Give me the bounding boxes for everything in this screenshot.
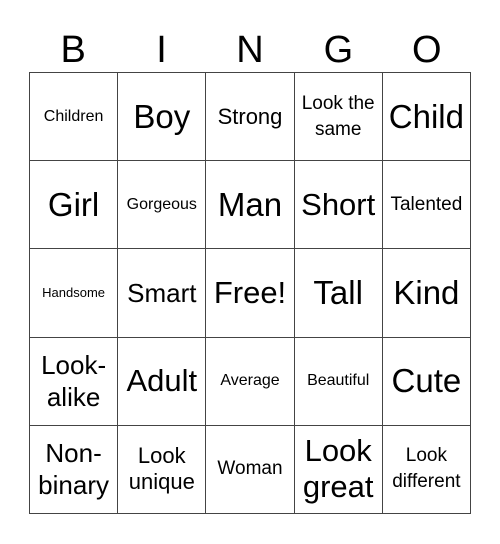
bingo-cell[interactable]: Child xyxy=(382,73,471,162)
bingo-cell-text: Boy xyxy=(133,97,191,135)
bingo-cell[interactable]: Short xyxy=(294,161,383,250)
bingo-cell[interactable]: Cute xyxy=(382,337,471,426)
header-letter-o: O xyxy=(411,29,442,71)
bingo-grid: Children Boy Strong Look the same Child Girl G… xyxy=(29,72,471,514)
bingo-cell[interactable]: Non-binary xyxy=(30,425,119,514)
bingo-cell[interactable]: Look the same xyxy=(294,73,383,162)
bingo-cell-text: Look the same xyxy=(301,92,375,140)
bingo-cell[interactable]: Woman xyxy=(206,425,295,514)
bingo-cell-text: Handsome xyxy=(42,284,106,300)
bingo-cell[interactable]: Gorgeous xyxy=(118,161,207,250)
bingo-cell-text: Look-alike xyxy=(41,350,107,413)
bingo-cell-text: Kind xyxy=(393,273,460,311)
bingo-cell-text: Look different xyxy=(392,445,461,493)
bingo-cell[interactable]: Adult xyxy=(118,337,207,426)
bingo-cell[interactable]: Handsome xyxy=(30,249,119,338)
bingo-cell[interactable]: Look great xyxy=(294,425,383,514)
bingo-cell-text: Gorgeous xyxy=(126,195,197,213)
bingo-cell[interactable]: Smart xyxy=(118,249,207,338)
bingo-cell-text: Average xyxy=(220,372,280,390)
bingo-cell[interactable]: Kind xyxy=(382,249,471,338)
bingo-cell-text: Look unique xyxy=(128,443,195,495)
bingo-cell[interactable]: Look unique xyxy=(118,425,207,514)
bingo-cell[interactable]: Talented xyxy=(382,161,471,250)
bingo-cell[interactable]: Average xyxy=(206,337,295,426)
bingo-cell[interactable]: Children xyxy=(30,73,119,162)
bingo-cell[interactable]: Boy xyxy=(118,73,207,162)
bingo-cell-text: Children xyxy=(43,107,104,125)
bingo-cell-text: Tall xyxy=(313,273,363,311)
header-letter-i: I xyxy=(156,29,167,71)
bingo-cell-text: Beautiful xyxy=(307,372,370,390)
bingo-cell[interactable]: Look-alike xyxy=(30,337,119,426)
header-letter-b: B xyxy=(60,29,86,71)
bingo-cell-text: Girl xyxy=(47,185,100,223)
bingo-cell-text: Man xyxy=(217,185,283,223)
bingo-cell-text: Adult xyxy=(126,363,198,399)
bingo-header: B I N G O xyxy=(29,28,471,72)
bingo-cell[interactable]: Beautiful xyxy=(294,337,383,426)
bingo-cell[interactable]: Free! xyxy=(206,249,295,338)
bingo-cell-text: Cute xyxy=(391,362,462,400)
bingo-cell-text: Free! xyxy=(213,274,287,310)
bingo-cell[interactable]: Man xyxy=(206,161,295,250)
header-letter-g: G xyxy=(323,29,354,71)
bingo-cell-text: Child xyxy=(388,97,464,135)
bingo-cell-text: Strong xyxy=(217,103,283,129)
bingo-cell-text: Woman xyxy=(217,458,283,480)
bingo-cell-text: Short xyxy=(301,186,376,222)
bingo-cell[interactable]: Look different xyxy=(382,425,471,514)
bingo-cell-text: Look great xyxy=(302,433,374,505)
bingo-cell[interactable]: Girl xyxy=(30,161,119,250)
header-letter-n: N xyxy=(236,29,264,71)
bingo-cell-text: Talented xyxy=(390,193,463,215)
bingo-cell-text: Non-binary xyxy=(38,438,109,501)
bingo-cell-text: Smart xyxy=(127,277,197,308)
bingo-cell[interactable]: Tall xyxy=(294,249,383,338)
bingo-cell[interactable]: Strong xyxy=(206,73,295,162)
